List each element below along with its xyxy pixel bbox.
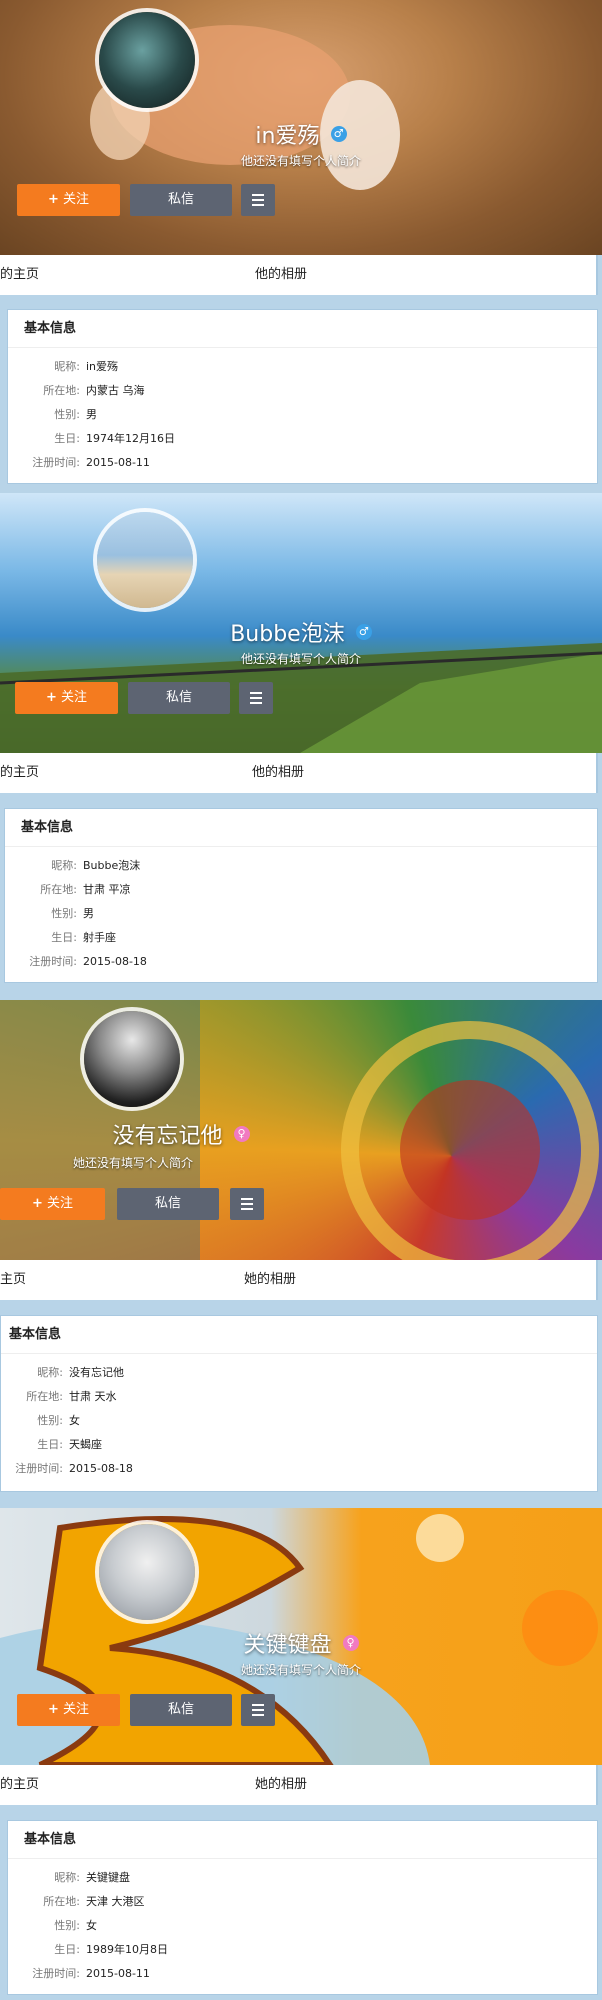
info-row-gender: 性别: 女 bbox=[37, 1414, 80, 1427]
username: Bubbe泡沫 bbox=[230, 622, 345, 647]
profile-tabs: 的主页 他的相册 bbox=[0, 753, 598, 793]
info-row-location: 所在地: 内蒙古 乌海 bbox=[43, 384, 145, 397]
plus-icon: + bbox=[48, 1702, 59, 1717]
follow-button[interactable]: + 关注 bbox=[0, 1188, 105, 1220]
info-row-birthday: 生日: 1989年10月8日 bbox=[54, 1943, 168, 1956]
follow-button[interactable]: + 关注 bbox=[15, 682, 118, 714]
plus-icon: + bbox=[46, 690, 57, 705]
tab-album[interactable]: 她的相册 bbox=[244, 1260, 296, 1300]
profile-tabs: 的主页 他的相册 bbox=[0, 255, 598, 295]
info-title: 基本信息 bbox=[8, 310, 597, 348]
profile-card: 关键键盘 ♀ 她还没有填写个人简介 + 关注 私信 的主页 她的相册 bbox=[0, 1508, 602, 1805]
info-row-nickname: 昵称: in爱殇 bbox=[54, 360, 119, 373]
profile-tabs: 主页 她的相册 bbox=[0, 1260, 598, 1300]
plus-icon: + bbox=[32, 1196, 43, 1211]
info-row-gender: 性别: 男 bbox=[51, 907, 94, 920]
female-icon: ♀ bbox=[233, 1126, 250, 1142]
message-button[interactable]: 私信 bbox=[130, 1694, 232, 1726]
message-button[interactable]: 私信 bbox=[117, 1188, 219, 1220]
username: 没有忘记他 bbox=[112, 1124, 223, 1149]
bio-text: 他还没有填写个人简介 bbox=[240, 652, 361, 666]
info-row-gender: 性别: 男 bbox=[54, 408, 97, 421]
avatar[interactable] bbox=[95, 8, 199, 112]
profile-card: 没有忘记他 ♀ 她还没有填写个人简介 + 关注 私信 主页 她的相册 bbox=[0, 1000, 602, 1300]
follow-button[interactable]: + 关注 bbox=[17, 1694, 120, 1726]
info-row-birthday: 生日: 天蝎座 bbox=[37, 1438, 102, 1451]
info-row-nickname: 昵称: 关键键盘 bbox=[54, 1871, 130, 1884]
info-row-register: 注册时间: 2015-08-11 bbox=[32, 1967, 150, 1980]
cover-image: 关键键盘 ♀ 她还没有填写个人简介 + 关注 私信 bbox=[0, 1508, 602, 1765]
follow-button[interactable]: + 关注 bbox=[17, 184, 120, 216]
tab-album[interactable]: 他的相册 bbox=[255, 255, 307, 295]
profile-card: Bubbe泡沫 ♂ 他还没有填写个人简介 + 关注 私信 的主页 他的相册 bbox=[0, 493, 602, 793]
bio-text: 她还没有填写个人简介 bbox=[72, 1156, 193, 1170]
info-row-birthday: 生日: 射手座 bbox=[51, 931, 116, 944]
username: 关键键盘 bbox=[243, 1633, 332, 1658]
info-row-location: 所在地: 甘肃 平凉 bbox=[40, 883, 131, 896]
profile-card: in爱殇 ♂ 他还没有填写个人简介 + 关注 私信 的主页 他的相册 bbox=[0, 0, 602, 295]
basic-info-card: 基本信息 昵称: 没有忘记他 所在地: 甘肃 天水 性别: 女 生日: 天蝎座 注册时间… bbox=[0, 1315, 598, 1492]
menu-button[interactable] bbox=[241, 1694, 275, 1726]
info-title: 基本信息 bbox=[8, 1821, 597, 1859]
male-icon: ♂ bbox=[355, 624, 372, 640]
tab-album[interactable]: 他的相册 bbox=[252, 753, 304, 793]
bio-text: 她还没有填写个人简介 bbox=[240, 1663, 361, 1677]
avatar[interactable] bbox=[95, 1520, 199, 1624]
info-title: 基本信息 bbox=[5, 809, 597, 847]
male-icon: ♂ bbox=[330, 126, 347, 142]
basic-info-card: 基本信息 昵称: in爱殇 所在地: 内蒙古 乌海 性别: 男 生日: 1974年12月… bbox=[7, 309, 598, 484]
menu-button[interactable] bbox=[241, 184, 275, 216]
info-row-nickname: 昵称: Bubbe泡沫 bbox=[51, 859, 141, 872]
info-row-location: 所在地: 甘肃 天水 bbox=[26, 1390, 117, 1403]
menu-button[interactable] bbox=[239, 682, 273, 714]
basic-info-card: 基本信息 昵称: 关键键盘 所在地: 天津 大港区 性别: 女 生日: 1989年10月… bbox=[7, 1820, 598, 1995]
bio-text: 他还没有填写个人简介 bbox=[240, 154, 361, 168]
info-title: 基本信息 bbox=[1, 1316, 597, 1354]
cover-image: in爱殇 ♂ 他还没有填写个人简介 + 关注 私信 bbox=[0, 0, 602, 255]
message-button[interactable]: 私信 bbox=[130, 184, 232, 216]
cover-image: 没有忘记他 ♀ 她还没有填写个人简介 + 关注 私信 bbox=[0, 1000, 602, 1260]
avatar[interactable] bbox=[80, 1007, 184, 1111]
menu-button[interactable] bbox=[230, 1188, 264, 1220]
female-icon: ♀ bbox=[342, 1635, 359, 1651]
tab-album[interactable]: 她的相册 bbox=[255, 1765, 307, 1805]
basic-info-card: 基本信息 昵称: Bubbe泡沫 所在地: 甘肃 平凉 性别: 男 生日: 射手座 注册… bbox=[4, 808, 598, 983]
info-row-register: 注册时间: 2015-08-18 bbox=[29, 955, 147, 968]
cover-image: Bubbe泡沫 ♂ 他还没有填写个人简介 + 关注 私信 bbox=[0, 493, 602, 753]
tab-home[interactable]: 的主页 bbox=[0, 255, 39, 295]
plus-icon: + bbox=[48, 192, 59, 207]
info-row-location: 所在地: 天津 大港区 bbox=[43, 1895, 145, 1908]
info-row-nickname: 昵称: 没有忘记他 bbox=[37, 1366, 124, 1379]
username: in爱殇 bbox=[255, 124, 320, 149]
info-row-register: 注册时间: 2015-08-11 bbox=[32, 456, 150, 469]
tab-home[interactable]: 主页 bbox=[0, 1260, 26, 1300]
avatar[interactable] bbox=[93, 508, 197, 612]
info-row-register: 注册时间: 2015-08-18 bbox=[15, 1462, 133, 1475]
tab-home[interactable]: 的主页 bbox=[0, 753, 39, 793]
profile-tabs: 的主页 她的相册 bbox=[0, 1765, 598, 1805]
info-row-gender: 性别: 女 bbox=[54, 1919, 97, 1932]
tab-home[interactable]: 的主页 bbox=[0, 1765, 39, 1805]
info-row-birthday: 生日: 1974年12月16日 bbox=[54, 432, 175, 445]
message-button[interactable]: 私信 bbox=[128, 682, 230, 714]
